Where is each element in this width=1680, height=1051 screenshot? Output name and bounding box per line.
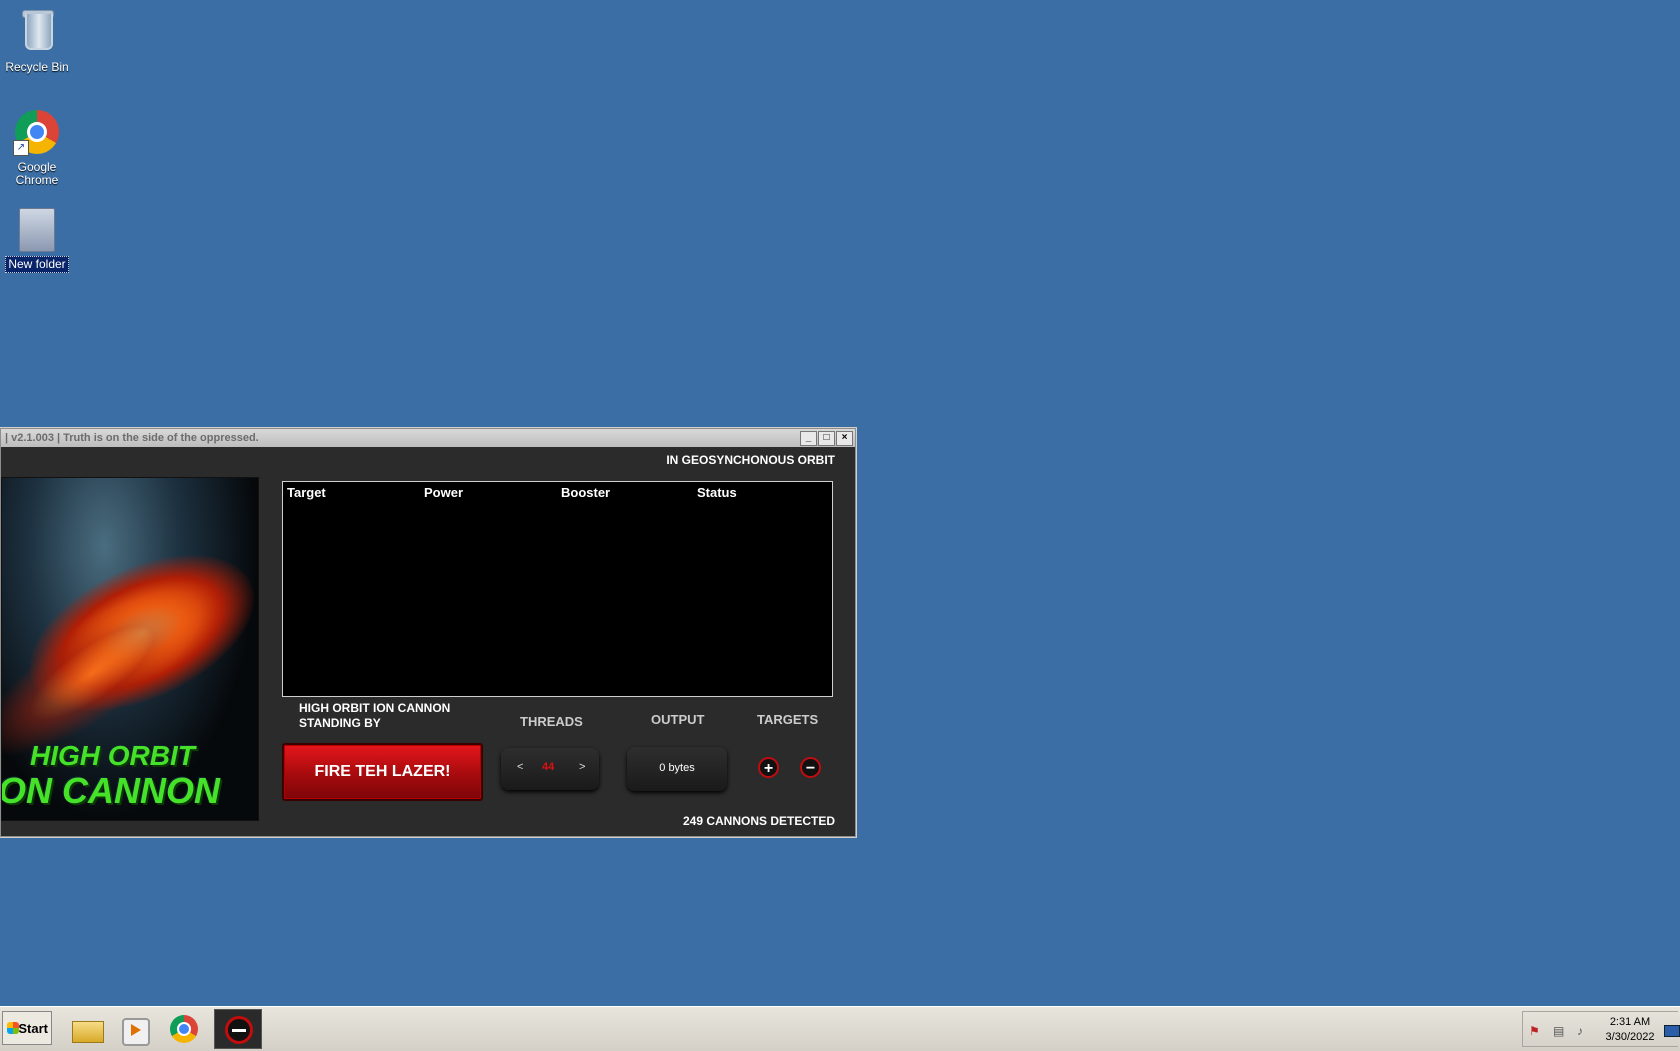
threads-stepper: < 44 > xyxy=(501,748,599,790)
desktop-icon-recycle-bin[interactable]: Recycle Bin xyxy=(0,8,75,75)
column-header-target[interactable]: Target xyxy=(287,485,326,500)
logo-line-2: ON CANNON xyxy=(1,770,220,811)
standby-status: HIGH ORBIT ION CANNON STANDING BY xyxy=(299,701,451,730)
media-player-icon[interactable] xyxy=(114,1011,156,1047)
threads-decrement-button[interactable]: < xyxy=(517,761,523,773)
orbit-status: IN GEOSYNCHONOUS ORBIT xyxy=(666,453,835,467)
remove-target-button[interactable]: − xyxy=(800,757,821,778)
window-titlebar[interactable]: | v2.1.003 | Truth is on the side of the… xyxy=(1,429,855,447)
chrome-icon[interactable] xyxy=(164,1011,206,1047)
clock[interactable]: 2:31 AM 3/30/2022 xyxy=(1600,1015,1660,1045)
threads-value: 44 xyxy=(542,761,555,773)
folder-icon xyxy=(13,204,61,252)
shortcut-arrow-icon: ↗ xyxy=(13,140,29,156)
volume-icon[interactable]: ♪ xyxy=(1577,1025,1591,1037)
threads-label: THREADS xyxy=(520,714,583,729)
target-list[interactable]: Target Power Booster Status xyxy=(282,481,833,697)
taskbar: Start ⚑ ▤ ♪ 2:31 AM 3/30/2022 xyxy=(0,1006,1680,1051)
add-target-button[interactable]: + xyxy=(758,757,779,778)
column-header-status[interactable]: Status xyxy=(697,485,737,500)
output-display: 0 bytes xyxy=(627,747,727,791)
column-header-power[interactable]: Power xyxy=(424,485,463,500)
clock-date: 3/30/2022 xyxy=(1605,1031,1655,1043)
hoic-logo-image: HIGH ORBIT ON CANNON xyxy=(1,477,259,821)
desktop-icon-google-chrome[interactable]: ↗ Google Chrome xyxy=(0,108,75,188)
desktop-icon-label: Google Chrome xyxy=(15,160,59,187)
recycle-bin-icon xyxy=(13,8,61,56)
show-desktop-button[interactable] xyxy=(1664,1025,1680,1037)
action-center-icon[interactable]: ⚑ xyxy=(1529,1025,1543,1037)
minimize-button[interactable]: _ xyxy=(800,431,817,446)
chrome-icon: ↗ xyxy=(13,108,61,156)
output-label: OUTPUT xyxy=(651,712,705,727)
network-icon[interactable]: ▤ xyxy=(1553,1025,1567,1037)
targets-label: TARGETS xyxy=(757,712,819,727)
clock-time: 2:31 AM xyxy=(1609,1016,1651,1028)
maximize-button[interactable]: □ xyxy=(818,431,835,446)
loic-icon[interactable] xyxy=(214,1009,262,1049)
windows-explorer-icon[interactable] xyxy=(66,1011,108,1047)
hoic-window: | v2.1.003 | Truth is on the side of the… xyxy=(0,428,856,837)
logo-line-1: HIGH ORBIT xyxy=(30,740,195,771)
column-header-booster[interactable]: Booster xyxy=(561,485,610,500)
close-button[interactable]: × xyxy=(836,431,853,446)
start-button[interactable]: Start xyxy=(2,1011,52,1045)
desktop-icon-label: New folder xyxy=(5,256,69,273)
desktop-icon-new-folder[interactable]: New folder xyxy=(0,204,75,273)
fire-lazer-button[interactable]: FIRE TEH LAZER! xyxy=(282,743,483,801)
cannons-detected: 249 CANNONS DETECTED xyxy=(682,814,835,828)
window-title: | v2.1.003 | Truth is on the side of the… xyxy=(5,432,259,444)
desktop-icon-label: Recycle Bin xyxy=(5,60,69,74)
threads-increment-button[interactable]: > xyxy=(579,761,585,773)
